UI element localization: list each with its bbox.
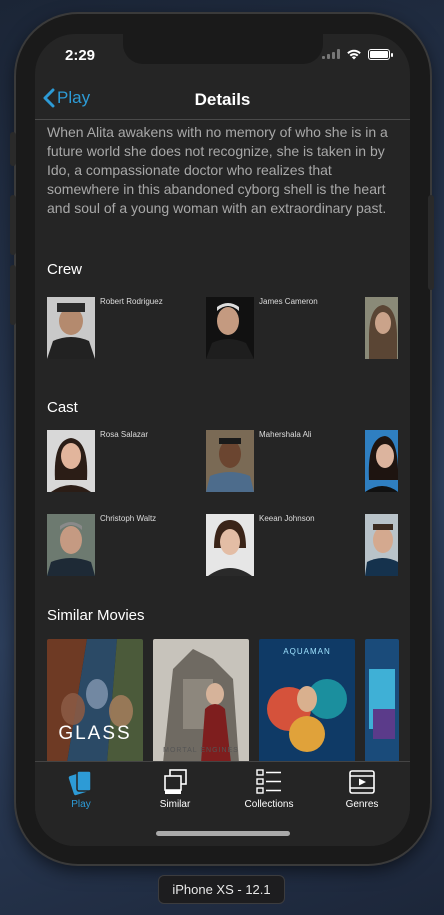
volume-up-button <box>10 195 16 255</box>
cast-photo <box>206 514 254 576</box>
cast-section-title: Cast <box>47 399 78 416</box>
cast-photo <box>365 514 398 576</box>
crew-section-title: Crew <box>47 261 83 278</box>
status-icons <box>322 48 393 60</box>
cast-name: Rosa Salazar <box>100 430 149 439</box>
page-title: Details <box>194 90 251 109</box>
cast-member[interactable]: Christoph Waltz <box>47 514 207 578</box>
tab-play[interactable]: Play <box>41 767 121 810</box>
crew-member[interactable]: James Cameron <box>206 297 366 361</box>
status-time: 2:29 <box>65 47 96 64</box>
tab-label: Collections <box>244 799 294 810</box>
cellular-signal-icon <box>322 49 340 59</box>
similar-icon <box>135 767 215 797</box>
simulator-device-label: iPhone XS - 12.1 <box>158 875 285 904</box>
mute-switch <box>10 132 16 166</box>
cast-photo <box>206 430 254 492</box>
poster-title: GLASS <box>58 723 132 744</box>
similar-movie-poster[interactable]: AQUAMAN <box>259 639 355 761</box>
volume-down-button <box>10 265 16 325</box>
power-button <box>428 195 434 290</box>
cast-member[interactable]: Rosa Salazar <box>47 430 207 494</box>
crew-photo <box>365 297 398 359</box>
crew-photo <box>206 297 254 359</box>
cast-photo <box>47 514 95 576</box>
tab-label: Genres <box>345 799 379 810</box>
cast-name: Keean Johnson <box>259 514 315 523</box>
crew-name: Robert Rodriguez <box>100 297 163 306</box>
play-cards-icon <box>41 767 121 797</box>
similar-movie-poster[interactable] <box>365 639 399 761</box>
poster-title: MORTAL ENGINES <box>163 747 239 754</box>
device-screen: 2:29 Play Details When Alita awakens wit… <box>35 34 410 846</box>
similar-movie-poster[interactable]: GLASS <box>47 639 143 761</box>
cast-member[interactable] <box>365 430 398 494</box>
notch <box>123 34 323 64</box>
cast-name: Mahershala Ali <box>259 430 312 439</box>
genres-film-icon <box>322 767 402 797</box>
cast-member[interactable]: Mahershala Ali <box>206 430 366 494</box>
tab-label: Similar <box>159 799 191 810</box>
tab-collections[interactable]: Collections <box>229 767 309 810</box>
collections-list-icon <box>229 767 309 797</box>
cast-member[interactable] <box>365 514 398 578</box>
home-indicator[interactable] <box>156 831 290 836</box>
crew-photo <box>47 297 95 359</box>
cast-photo <box>365 430 398 492</box>
similar-section-title: Similar Movies <box>47 607 145 624</box>
cast-member[interactable]: Keean Johnson <box>206 514 366 578</box>
tab-label: Play <box>71 799 91 810</box>
tab-genres[interactable]: Genres <box>322 767 402 810</box>
details-scroll-view[interactable]: When Alita awakens with no memory of who… <box>35 121 410 761</box>
crew-member[interactable] <box>365 297 398 361</box>
wifi-icon <box>347 49 361 60</box>
navigation-bar: Play Details <box>35 78 410 120</box>
battery-icon <box>368 48 393 60</box>
movie-overview: When Alita awakens with no memory of who… <box>47 124 388 216</box>
crew-name: James Cameron <box>259 297 318 306</box>
cast-name: Christoph Waltz <box>100 514 157 523</box>
similar-movie-poster[interactable]: MORTAL ENGINES <box>153 639 249 761</box>
poster-title: AQUAMAN <box>283 647 331 656</box>
tab-similar[interactable]: Similar <box>135 767 215 810</box>
crew-member[interactable]: Robert Rodriguez <box>47 297 207 361</box>
cast-photo <box>47 430 95 492</box>
